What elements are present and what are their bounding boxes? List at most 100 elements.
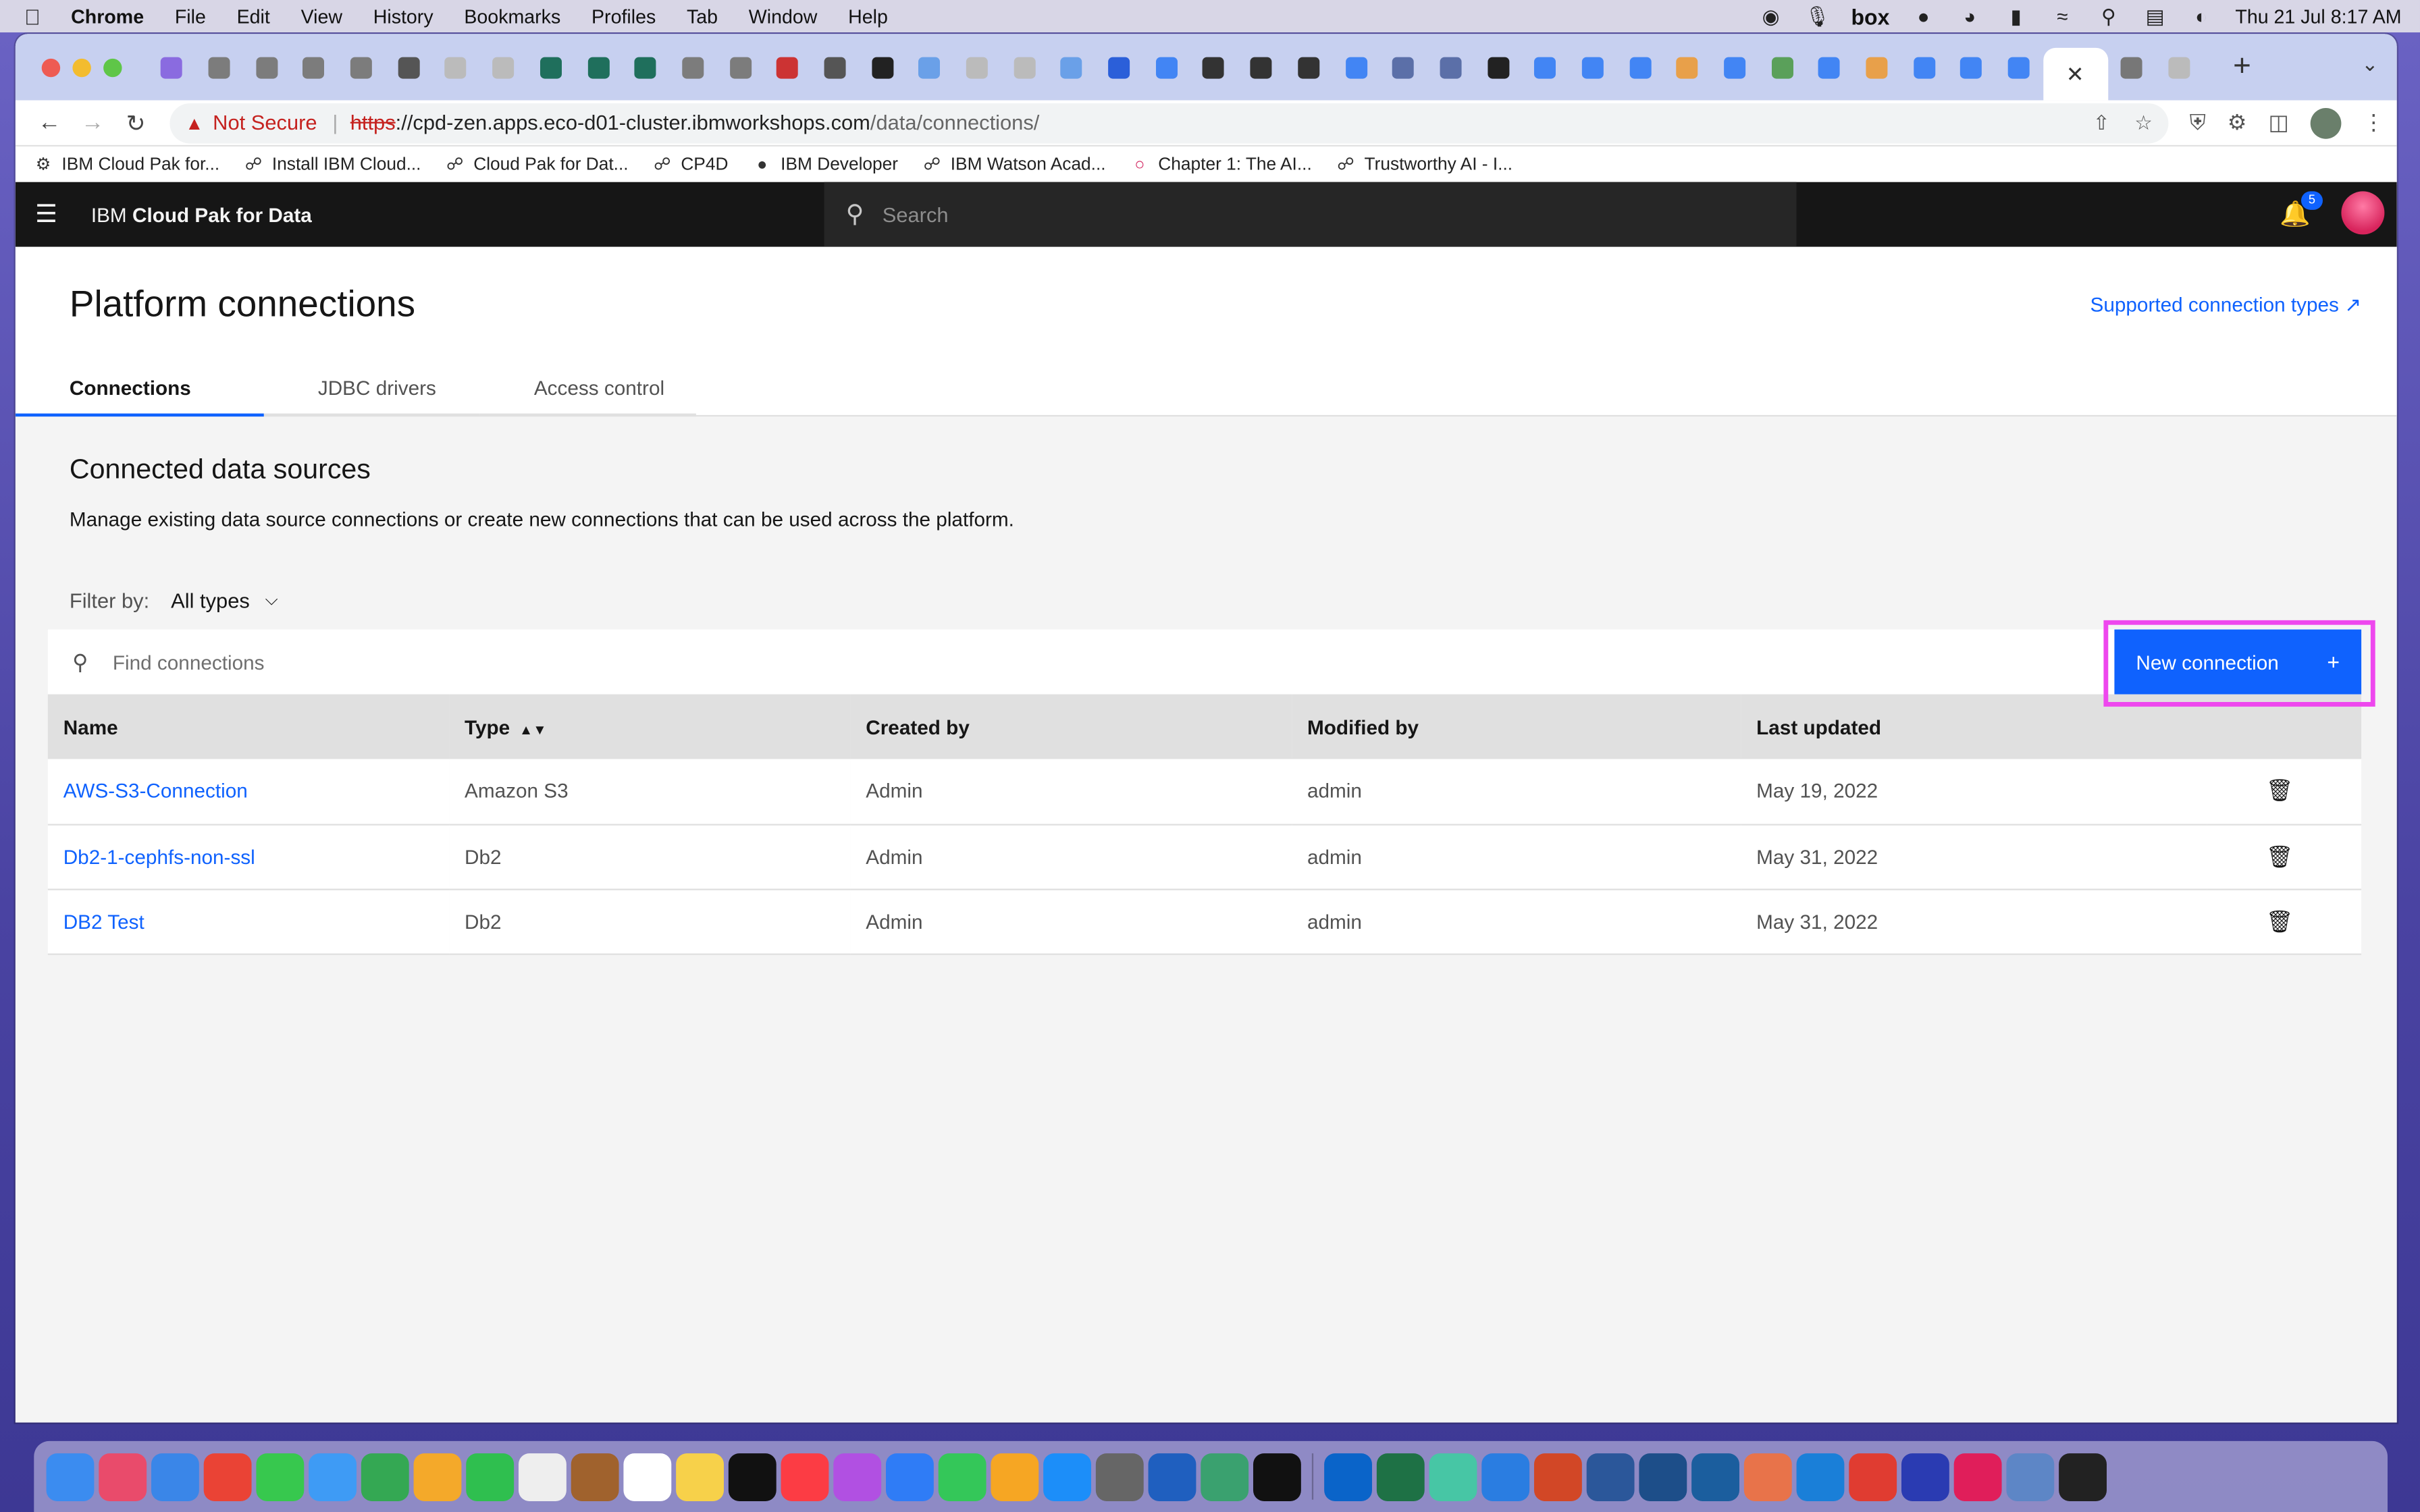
bookmark-item[interactable]: ☍ Trustworthy AI - I... — [1336, 156, 1512, 174]
tab-connections[interactable]: Connections — [15, 377, 264, 417]
new-tab-icon[interactable]: + — [2233, 49, 2251, 85]
dock-app-icon[interactable] — [151, 1452, 199, 1501]
dock-app-icon[interactable] — [1586, 1452, 1635, 1501]
browser-tab[interactable] — [479, 44, 527, 90]
user-avatar[interactable] — [2341, 191, 2385, 235]
siri-icon[interactable]: ◐ — [2189, 5, 2214, 27]
side-panel-icon[interactable]: ◫ — [2268, 109, 2288, 136]
dock-app-icon[interactable] — [1901, 1452, 1949, 1501]
bookmark-item[interactable]: ● IBM Developer — [753, 156, 898, 174]
profile-avatar[interactable] — [2310, 107, 2342, 138]
dock-app-icon[interactable] — [1743, 1452, 1792, 1501]
trash-icon[interactable]: 🗑 — [2207, 824, 2362, 890]
menu-history[interactable]: History — [358, 5, 449, 27]
filter-dropdown[interactable]: All types — [171, 589, 250, 612]
vpn-icon[interactable]: ◕ — [1957, 5, 1982, 27]
dock-app-icon[interactable] — [2006, 1452, 2055, 1501]
apple-icon[interactable]:  — [0, 4, 65, 29]
dock-app-icon[interactable] — [466, 1452, 515, 1501]
bookmark-item[interactable]: ⚙ IBM Cloud Pak for... — [34, 156, 219, 174]
browser-tab[interactable] — [1569, 44, 1616, 90]
find-connections-input[interactable]: Find connections — [113, 650, 265, 673]
browser-tab[interactable] — [1758, 44, 1806, 90]
menu-edit[interactable]: Edit — [221, 5, 286, 27]
dock-app-icon[interactable] — [1095, 1452, 1144, 1501]
battery-icon[interactable]: ▮ — [2004, 5, 2029, 27]
dock-app-icon[interactable] — [1148, 1452, 1196, 1501]
connection-name-link[interactable]: Db2-1-cephfs-non-ssl — [47, 824, 450, 890]
dock-app-icon[interactable] — [256, 1452, 305, 1501]
dock-app-icon[interactable] — [1639, 1452, 1687, 1501]
wifi-icon[interactable]: ≈ — [2050, 5, 2075, 27]
browser-tab[interactable] — [1285, 44, 1332, 90]
extensions-puzzle-icon[interactable]: ⚙ — [2228, 109, 2247, 136]
browser-tab[interactable] — [148, 44, 195, 90]
hamburger-menu-icon[interactable]: ☰ — [16, 199, 77, 230]
connection-name-link[interactable]: AWS-S3-Connection — [47, 759, 450, 825]
supported-connection-types-link[interactable]: Supported connection types ↗ — [2090, 293, 2362, 318]
trash-icon[interactable]: 🗑 — [2207, 888, 2362, 954]
browser-tab[interactable] — [575, 44, 622, 90]
column-header-name[interactable]: Name — [47, 694, 450, 759]
browser-tab[interactable] — [1711, 44, 1758, 90]
spotlight-search-icon[interactable]: ⚲ — [2097, 5, 2122, 27]
product-brand[interactable]: IBM Cloud Pak for Data — [91, 203, 312, 226]
dock-app-icon[interactable] — [1376, 1452, 1425, 1501]
browser-tab[interactable] — [669, 44, 716, 90]
browser-tab[interactable] — [1901, 44, 1948, 90]
browser-tab[interactable] — [906, 44, 953, 90]
dock-app-icon[interactable] — [518, 1452, 567, 1501]
zoom-window-button[interactable] — [103, 57, 122, 77]
dock-app-icon[interactable] — [361, 1452, 409, 1501]
browser-tab[interactable] — [764, 44, 811, 90]
browser-tab[interactable] — [432, 44, 479, 90]
bookmark-item[interactable]: ○ Chapter 1: The AI... — [1130, 156, 1311, 174]
dock-app-icon[interactable] — [1324, 1452, 1372, 1501]
browser-tab[interactable] — [1474, 44, 1521, 90]
shield-extension-icon[interactable]: ⛨ — [2190, 109, 2206, 136]
dock-app-icon[interactable] — [938, 1452, 987, 1501]
menu-window[interactable]: Window — [733, 5, 833, 27]
browser-tab[interactable] — [1664, 44, 1711, 90]
browser-tab[interactable] — [385, 44, 432, 90]
menu-app-name[interactable]: Chrome — [65, 5, 159, 27]
column-header-modified-by[interactable]: Modified by — [1292, 694, 1741, 759]
dock-app-icon[interactable] — [413, 1452, 462, 1501]
new-connection-button[interactable]: New connection + — [2114, 629, 2362, 695]
dock-app-icon[interactable] — [46, 1452, 95, 1501]
browser-tab[interactable] — [1427, 44, 1474, 90]
security-label[interactable]: Not Secure — [213, 111, 317, 134]
bookmark-item[interactable]: ☍ IBM Watson Acad... — [923, 156, 1106, 174]
dock-app-icon[interactable] — [1429, 1452, 1477, 1501]
browser-tab[interactable] — [243, 44, 290, 90]
dock-app-icon[interactable] — [1796, 1452, 1845, 1501]
browser-tab[interactable] — [1995, 44, 2043, 90]
global-search-input[interactable]: ⚲ Search — [824, 182, 1797, 247]
browser-tab[interactable] — [2155, 44, 2202, 90]
chrome-menu-icon[interactable]: ⋮ — [2363, 109, 2384, 136]
browser-tab[interactable] — [1853, 44, 1901, 90]
browser-tab[interactable] — [811, 44, 858, 90]
share-icon[interactable]: ⇧ — [2093, 110, 2110, 135]
browser-tab[interactable] — [1379, 44, 1427, 90]
browser-tab[interactable] — [622, 44, 669, 90]
bookmark-item[interactable]: ☍ Cloud Pak for Dat... — [446, 156, 629, 174]
dock-app-icon[interactable] — [2059, 1452, 2107, 1501]
dock-app-icon[interactable] — [1953, 1452, 2002, 1501]
dock-app-icon[interactable] — [728, 1452, 777, 1501]
column-header-created-by[interactable]: Created by — [850, 694, 1292, 759]
webex-icon[interactable]: ● — [1911, 5, 1936, 27]
close-window-button[interactable] — [41, 57, 61, 77]
browser-tab[interactable] — [1142, 44, 1190, 90]
menu-profiles[interactable]: Profiles — [576, 5, 671, 27]
browser-tab[interactable] — [1616, 44, 1664, 90]
browser-tab[interactable] — [1238, 44, 1285, 90]
menu-tab[interactable]: Tab — [671, 5, 733, 27]
microphone-icon[interactable]: 🎙 — [1805, 5, 1831, 27]
browser-tab[interactable] — [2107, 44, 2155, 90]
dock-app-icon[interactable] — [1691, 1452, 1739, 1501]
bookmark-star-icon[interactable]: ☆ — [2134, 110, 2153, 135]
active-browser-tab[interactable]: ✕ — [2043, 47, 2108, 101]
browser-tab[interactable] — [338, 44, 385, 90]
browser-tab[interactable] — [1190, 44, 1238, 90]
